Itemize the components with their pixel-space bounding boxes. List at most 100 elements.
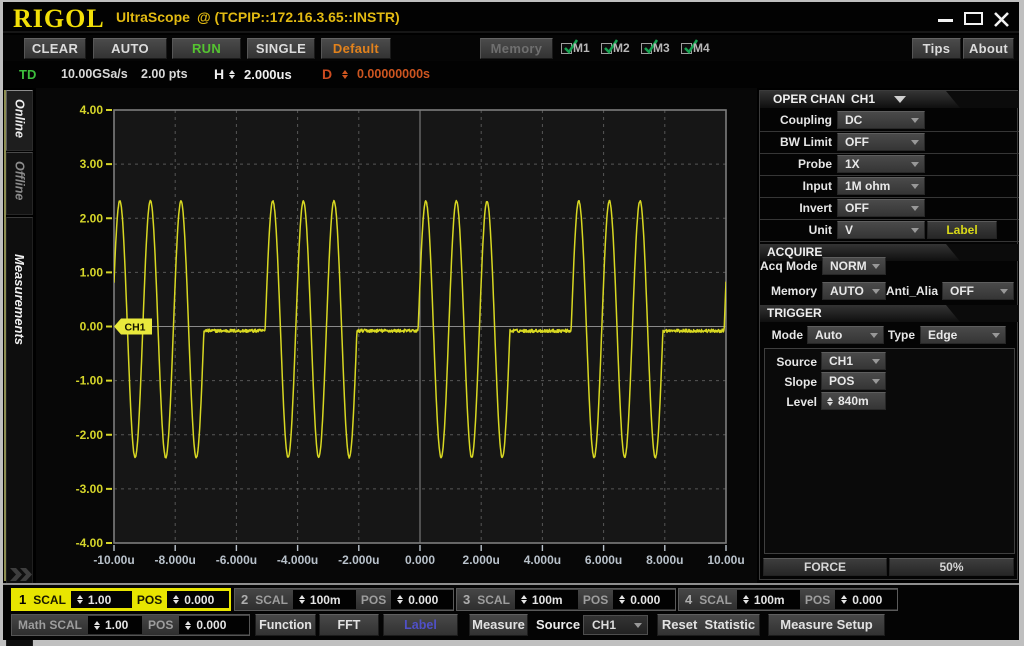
channel-2-pos-spinner[interactable]: 0.000 <box>391 590 453 609</box>
checkbox-icon <box>681 43 692 54</box>
channel-1-scale-label: SCAL <box>28 590 71 609</box>
channel-3-pos-spinner[interactable]: 0.000 <box>613 590 675 609</box>
fft-button[interactable]: FFT <box>319 614 379 636</box>
up-down-arrows-icon <box>841 595 847 604</box>
channel-3-pos-label: POS <box>578 589 613 610</box>
math-pos-spinner[interactable]: 0.000 <box>179 616 249 634</box>
titlebar: RIGOL UltraScope @ (TCPIP::172.16.3.65::… <box>3 2 1019 33</box>
tab-online[interactable]: Online <box>6 90 33 151</box>
invert-dropdown[interactable]: OFF <box>837 199 925 217</box>
memory-m3-checkbox[interactable]: M3 <box>641 38 681 59</box>
y-tick-label: 2.00 <box>80 211 104 225</box>
acq-memory-label: Memory <box>760 280 817 302</box>
horizontal-scale-spinner[interactable] <box>229 61 235 88</box>
trigger-slope-dropdown[interactable]: POS <box>821 372 886 390</box>
clear-button[interactable]: CLEAR <box>24 38 86 59</box>
force-button[interactable]: FORCE <box>763 558 887 576</box>
minimize-icon <box>938 19 953 22</box>
unit-dropdown[interactable]: V <box>837 221 925 239</box>
trigger-source-label: Source <box>765 351 817 373</box>
coupling-label: Coupling <box>760 109 832 131</box>
channel-4-pos-label: POS <box>800 589 835 610</box>
measure-source-value: CH1 <box>592 618 616 632</box>
channel-4-controls: 4 SCAL 100m POS 0.000 <box>678 588 898 611</box>
x-tick-label: 0.000 <box>405 553 435 567</box>
input-dropdown[interactable]: 1M ohm <box>837 177 925 195</box>
chevron-down-icon <box>1000 289 1008 294</box>
instrument-address: @ (TCPIP::172.16.3.65::INSTR) <box>197 9 400 25</box>
chevron-down-icon[interactable] <box>894 96 906 103</box>
control-panel: OPER CHAN CH1 Coupling DC BW Limit OFF P… <box>759 90 1018 580</box>
channel-3-number: 3 <box>457 589 472 610</box>
channel-2-scale-spinner[interactable]: 100m <box>293 590 356 609</box>
close-button[interactable] <box>991 11 1013 29</box>
run-button[interactable]: RUN <box>172 38 241 59</box>
delay-spinner[interactable] <box>342 61 348 88</box>
y-tick-label: 0.00 <box>80 320 104 334</box>
default-button[interactable]: Default <box>321 38 391 59</box>
function-button[interactable]: Function <box>255 614 316 636</box>
single-button[interactable]: SINGLE <box>247 38 315 59</box>
memory-button[interactable]: Memory <box>480 38 553 59</box>
math-label-button[interactable]: Label <box>383 614 458 636</box>
acq-memory-dropdown[interactable]: AUTO <box>822 282 886 300</box>
math-controls: Math SCAL 1.00 POS 0.000 <box>11 614 250 636</box>
math-scale-spinner[interactable]: 1.00 <box>88 616 142 634</box>
measure-button[interactable]: Measure <box>469 614 528 636</box>
trigger-title: TRIGGER <box>767 305 822 322</box>
oper-chan-channel-select[interactable]: CH1 <box>851 91 875 108</box>
trigger-type-dropdown[interactable]: Edge <box>920 326 1006 344</box>
auto-button[interactable]: AUTO <box>93 38 167 59</box>
channel-3-scale-value: 100m <box>532 593 563 607</box>
trigger-state-badge: TD <box>19 61 36 88</box>
memory-m3-label: M3 <box>653 41 670 55</box>
waveform-display: -10.00u-8.000u-6.000u-4.000u-2.000u0.000… <box>36 88 757 583</box>
invert-value: OFF <box>845 201 869 215</box>
acq-mode-dropdown[interactable]: NORM <box>822 257 886 275</box>
checkbox-icon <box>561 43 572 54</box>
ch1-level-marker[interactable]: CH1 <box>114 319 152 335</box>
y-tick-label: 3.00 <box>80 157 104 171</box>
chevron-down-icon <box>911 140 919 145</box>
tips-button[interactable]: Tips <box>912 38 961 59</box>
channel-4-pos-spinner[interactable]: 0.000 <box>835 590 897 609</box>
y-tick-label: -2.00 <box>76 428 104 442</box>
channel-1-pos-spinner[interactable]: 0.000 <box>167 591 229 608</box>
x-tick-label: 6.000u <box>585 553 622 567</box>
invert-label: Invert <box>760 197 832 219</box>
coupling-dropdown[interactable]: DC <box>837 111 925 129</box>
bw-limit-value: OFF <box>845 135 869 149</box>
reset-statistic-button[interactable]: Reset Statistic <box>657 614 760 636</box>
memory-m1-checkbox[interactable]: M1 <box>561 38 601 59</box>
trigger-mode-dropdown[interactable]: Auto <box>807 326 884 344</box>
memory-m4-checkbox[interactable]: M4 <box>681 38 721 59</box>
main-area: Online Offline Measurements -10.00u-8.00… <box>3 88 1019 583</box>
bw-limit-dropdown[interactable]: OFF <box>837 133 925 151</box>
sidebar: Online Offline Measurements <box>3 88 36 583</box>
trigger-level-spinner[interactable]: 840m <box>821 392 886 410</box>
channel-3-scale-spinner[interactable]: 100m <box>515 590 578 609</box>
up-down-arrows-icon <box>185 621 191 630</box>
maximize-button[interactable] <box>962 11 984 29</box>
memory-m2-checkbox[interactable]: M2 <box>601 38 641 59</box>
fifty-percent-button[interactable]: 50% <box>889 558 1014 576</box>
trigger-settings-box: Source CH1 Slope POS Level 840m <box>764 348 1015 554</box>
trigger-source-dropdown[interactable]: CH1 <box>821 352 886 370</box>
delay-value: 0.00000000s <box>357 61 430 88</box>
x-tick-label: -10.00u <box>93 553 134 567</box>
minimize-button[interactable] <box>935 11 957 29</box>
probe-dropdown[interactable]: 1X <box>837 155 925 173</box>
trigger-slope-value: POS <box>829 374 854 388</box>
up-down-arrows-icon <box>342 70 348 79</box>
about-button[interactable]: About <box>963 38 1014 59</box>
measure-setup-button[interactable]: Measure Setup <box>768 614 885 636</box>
tab-offline[interactable]: Offline <box>6 152 33 215</box>
channel-1-scale-spinner[interactable]: 1.00 <box>71 591 132 608</box>
measure-source-dropdown[interactable]: CH1 <box>583 615 648 635</box>
anti-alias-value: OFF <box>950 284 974 298</box>
delay-label: D <box>322 61 332 88</box>
label-button[interactable]: Label <box>927 221 997 239</box>
channel-4-scale-spinner[interactable]: 100m <box>737 590 800 609</box>
anti-alias-dropdown[interactable]: OFF <box>942 282 1014 300</box>
up-down-arrows-icon <box>173 595 179 604</box>
